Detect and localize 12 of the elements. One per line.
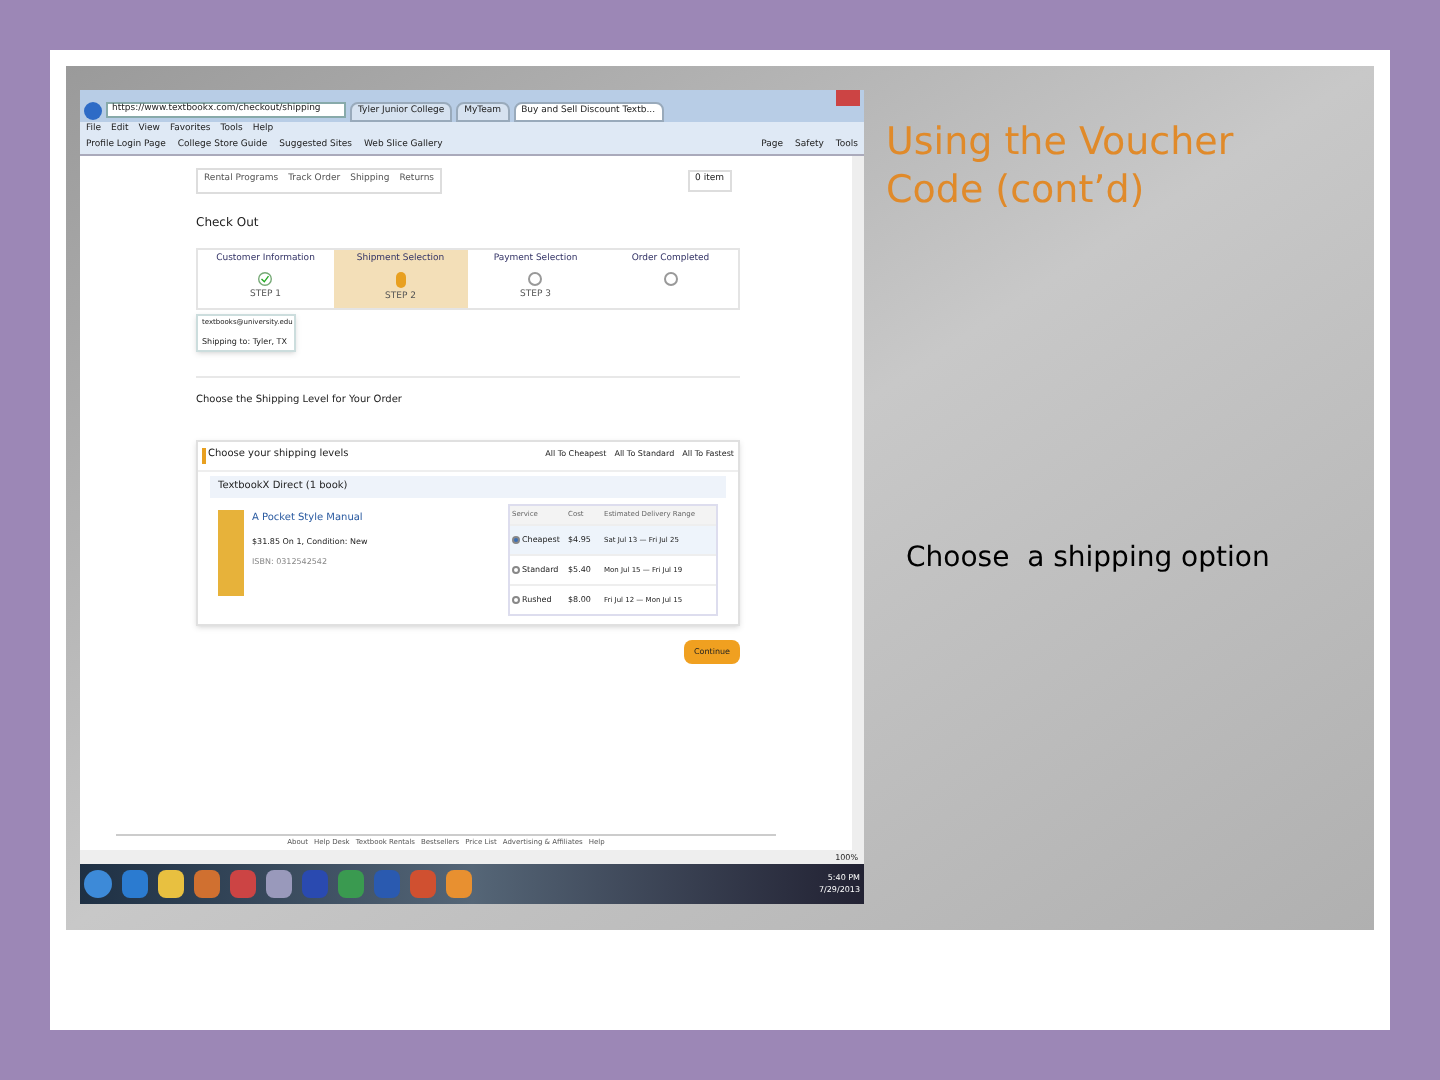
radio-button[interactable] xyxy=(512,536,520,545)
slide-title: Using the Voucher Code (cont’d) xyxy=(886,118,1236,214)
slide-body-text: Choose a shipping option xyxy=(906,540,1272,578)
taskbar-app-icon[interactable] xyxy=(266,870,292,898)
taskbar-app-icon[interactable] xyxy=(194,870,220,898)
start-button[interactable] xyxy=(84,870,112,898)
taskbar-app-icon[interactable] xyxy=(158,870,184,898)
book-cover-placeholder xyxy=(218,510,244,596)
radio-button[interactable] xyxy=(512,566,520,575)
taskbar-app-icon[interactable] xyxy=(122,870,148,898)
radio-button[interactable] xyxy=(512,596,520,605)
back-button[interactable] xyxy=(84,102,102,120)
